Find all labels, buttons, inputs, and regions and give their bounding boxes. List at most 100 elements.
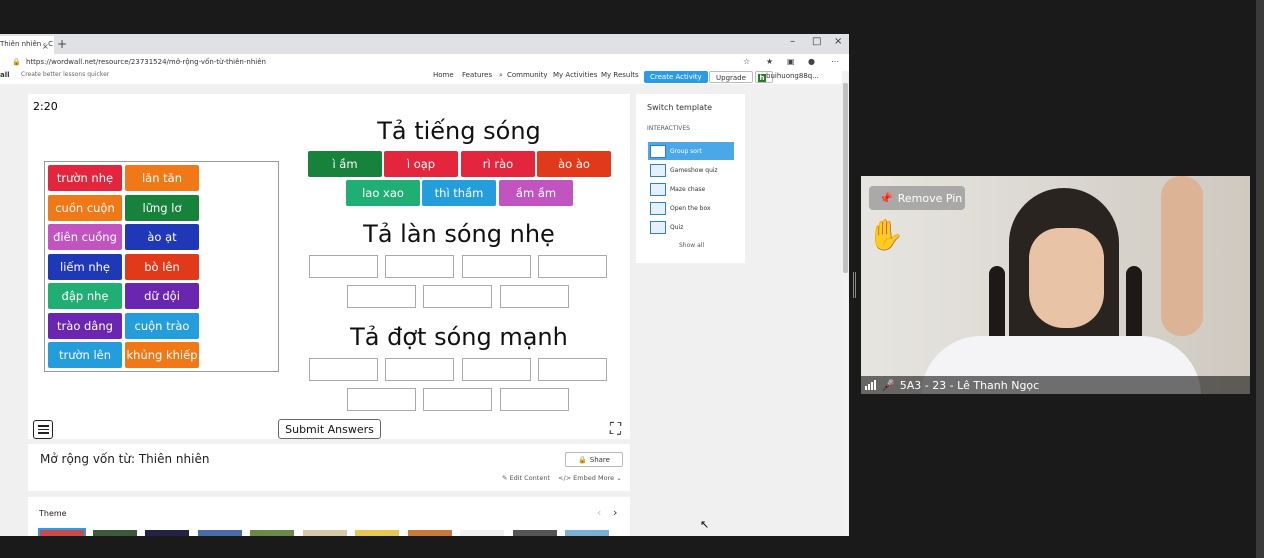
favorite-star-icon[interactable]: ☆ [743, 57, 750, 66]
drop-slot[interactable] [462, 255, 531, 278]
template-label: Maze chase [670, 185, 706, 193]
share-button[interactable]: 🔒 Share [565, 452, 623, 467]
theme-thumbnail[interactable] [197, 530, 242, 536]
browser-tab[interactable]: Thiên nhiên - C × [0, 36, 54, 54]
panel-divider-handle[interactable] [853, 272, 856, 298]
template-item[interactable]: Group sort [648, 142, 734, 160]
url-field[interactable]: https://wordwall.net/resource/23731524/m… [26, 58, 266, 66]
drop-slot[interactable] [347, 388, 416, 411]
drop-slot[interactable] [309, 255, 378, 278]
template-thumb-icon [650, 144, 666, 158]
word-tile[interactable]: điên cuồng [48, 224, 122, 250]
drop-slot[interactable] [385, 358, 454, 381]
theme-thumbnail[interactable] [460, 530, 504, 536]
word-tile[interactable]: trườn lên [48, 342, 122, 368]
logo[interactable]: all [0, 71, 10, 79]
sorted-word-tile[interactable]: rì rào [461, 151, 535, 177]
sorted-word-tile[interactable]: lao xao [346, 180, 420, 206]
drop-slot[interactable] [538, 255, 607, 278]
page-scrollbar[interactable] [842, 71, 849, 536]
template-item[interactable]: Open the box [648, 199, 734, 217]
drop-slot[interactable] [347, 285, 416, 308]
account-menu[interactable]: h buihuong88q... [755, 71, 819, 83]
collections-icon[interactable]: ▣ [787, 57, 795, 66]
theme-thumbnail[interactable] [250, 530, 294, 536]
lock-icon: 🔒 [12, 58, 21, 66]
drop-slot[interactable] [500, 285, 569, 308]
theme-thumbnail[interactable] [145, 530, 189, 536]
upgrade-button[interactable]: Upgrade [709, 71, 753, 83]
word-tile[interactable]: liếm nhẹ [48, 253, 122, 280]
nav-my-activities[interactable]: My Activities [553, 71, 597, 79]
fullscreen-icon[interactable]: ⛶ [606, 419, 625, 438]
minimize-icon[interactable]: – [790, 36, 795, 47]
sorted-word-tile[interactable]: ì oạp [384, 151, 458, 177]
account-name: buihuong88q... [766, 72, 819, 80]
word-tile[interactable]: dữ dội [125, 283, 199, 309]
remove-pin-button[interactable]: 📌 Remove Pin [869, 186, 965, 210]
sorted-word-tile[interactable]: ì ầm [308, 151, 382, 177]
template-item[interactable]: Maze chase [648, 180, 734, 198]
tab-bar: Thiên nhiên - C × + – □ × [0, 34, 849, 54]
theme-next-icon[interactable]: › [613, 506, 617, 519]
word-tile[interactable]: lững lơ [125, 194, 199, 221]
nav-community[interactable]: Community [507, 71, 548, 79]
activity-info: Mở rộng vốn từ: Thiên nhiên 🔒 Share ✎ Ed… [28, 444, 630, 491]
edit-content-link[interactable]: ✎ Edit Content [502, 474, 550, 482]
lock-small-icon: 🔒 [578, 455, 587, 464]
drop-slot[interactable] [385, 255, 454, 278]
word-tile[interactable]: ào ạt [125, 224, 199, 250]
tab-close-icon[interactable]: × [42, 42, 49, 51]
site-navbar: all Create better lessons quicker Home F… [0, 71, 843, 84]
drop-slot[interactable] [538, 358, 607, 381]
nav-features[interactable]: Features [462, 71, 492, 79]
drop-slot[interactable] [500, 388, 569, 411]
raised-hand-icon: ✋ [867, 218, 905, 253]
template-item[interactable]: Quiz [648, 218, 734, 236]
theme-thumbnail[interactable] [92, 530, 137, 536]
word-tile[interactable]: bò lên [125, 253, 199, 280]
template-item[interactable]: Gameshow quiz [648, 161, 734, 179]
favorites-icon[interactable]: ★ [766, 57, 773, 66]
word-tile[interactable]: trườn nhẹ [48, 165, 122, 191]
maximize-icon[interactable]: □ [812, 36, 821, 47]
theme-prev-icon[interactable]: ‹ [597, 506, 601, 519]
drop-slot[interactable] [423, 388, 492, 411]
word-tile[interactable]: khủng khiếp [125, 342, 199, 368]
sorted-word-tile[interactable]: ầm ầm [499, 180, 573, 206]
search-icon: ⌕ [499, 71, 503, 79]
word-tile[interactable]: cuồn cuộn [48, 194, 122, 221]
word-tile[interactable]: trào dâng [48, 312, 122, 339]
theme-thumbnail[interactable] [565, 530, 609, 536]
nav-my-results[interactable]: My Results [601, 71, 639, 79]
theme-thumbnail[interactable] [407, 530, 452, 536]
more-link[interactable]: More ⌄ [598, 474, 622, 482]
template-thumb-icon [650, 220, 666, 234]
nav-home[interactable]: Home [433, 71, 454, 79]
drop-slot[interactable] [309, 358, 378, 381]
theme-label: Theme [39, 509, 67, 518]
theme-thumbnail[interactable] [302, 530, 347, 536]
new-tab-icon[interactable]: + [57, 37, 67, 51]
sorted-word-tile[interactable]: ào ào [537, 151, 611, 177]
submit-answers-button[interactable]: Submit Answers [278, 419, 381, 439]
theme-thumbnail[interactable] [355, 530, 399, 536]
word-tile[interactable]: đập nhẹ [48, 283, 122, 309]
theme-thumbnail[interactable] [38, 528, 86, 536]
word-tile[interactable]: cuộn trào [125, 312, 199, 339]
create-activity-button[interactable]: Create Activity [644, 71, 708, 83]
game-menu-icon[interactable] [33, 420, 53, 439]
sorted-word-tile[interactable]: thì thầm [422, 180, 496, 206]
more-menu-icon[interactable]: ⋯ [831, 57, 839, 66]
close-window-icon[interactable]: × [834, 36, 842, 47]
embed-link[interactable]: </> Embed [558, 474, 596, 482]
profile-icon[interactable]: ● [808, 57, 815, 66]
theme-thumbnail[interactable] [512, 530, 557, 536]
mic-muted-icon: 🎤̸ [881, 378, 895, 392]
drop-slot[interactable] [423, 285, 492, 308]
show-all-link[interactable]: Show all [679, 242, 704, 249]
address-bar: 🔒 https://wordwall.net/resource/23731524… [0, 54, 849, 72]
word-tile[interactable]: lăn tăn [125, 165, 199, 191]
drop-slot[interactable] [462, 358, 531, 381]
interactives-label: INTERACTIVES [647, 125, 690, 132]
